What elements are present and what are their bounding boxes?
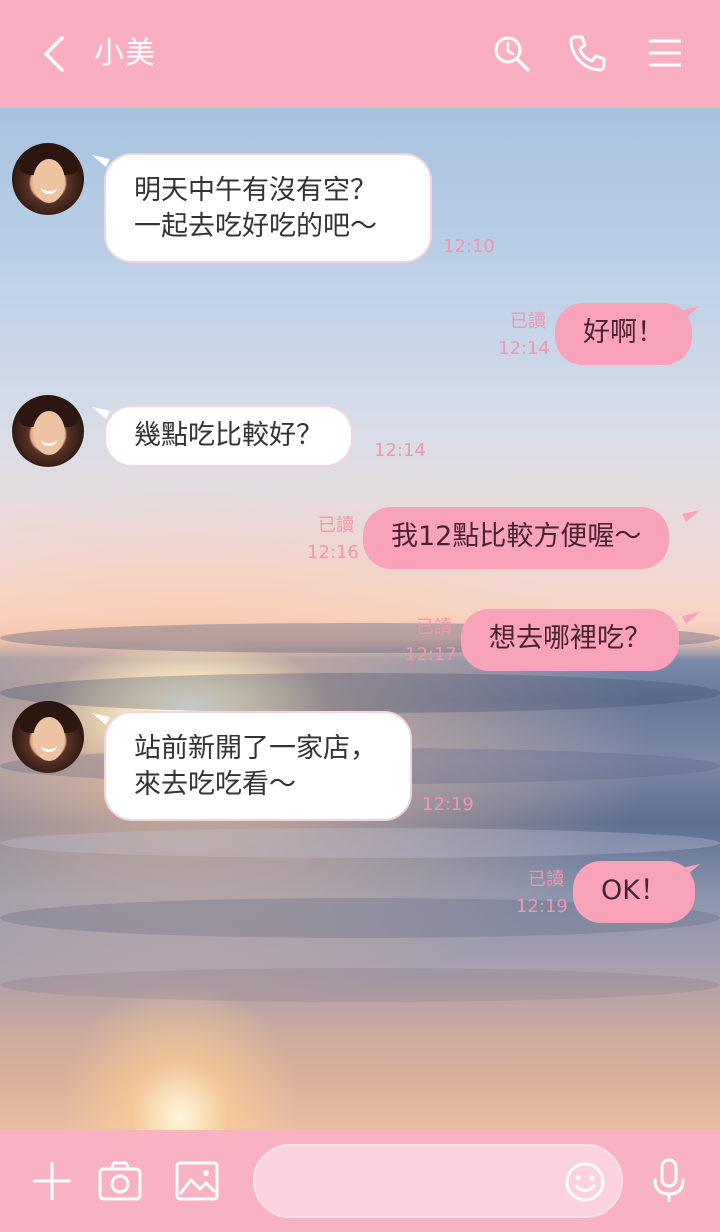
read-receipt: 已讀 <box>318 515 354 536</box>
message-line: 明天中午有沒有空？ <box>134 175 377 206</box>
microphone-icon[interactable] <box>646 1158 692 1204</box>
message-line: 想去哪裡吃？ <box>489 623 651 654</box>
message-bubble[interactable]: OK！ <box>573 861 695 923</box>
message-bubble[interactable]: 想去哪裡吃？ <box>461 609 679 671</box>
read-receipt: 已讀 <box>528 869 564 890</box>
message-time: 12:16 <box>307 542 359 563</box>
message-time: 12:14 <box>374 440 426 461</box>
menu-icon[interactable] <box>645 33 685 73</box>
avatar[interactable] <box>12 395 84 467</box>
message-bubble[interactable]: 我12點比較方便喔～ <box>363 507 670 569</box>
message-time: 12:19 <box>516 896 568 917</box>
message-bubble[interactable]: 幾點吃比較好？ <box>104 405 353 467</box>
image-icon[interactable] <box>174 1158 220 1204</box>
message-time: 12:10 <box>443 236 495 257</box>
avatar[interactable] <box>12 143 84 215</box>
message-time: 12:19 <box>422 794 474 815</box>
message-line: 一起去吃好吃的吧～ <box>134 211 377 242</box>
message-line: OK！ <box>601 875 667 906</box>
message-bubble[interactable]: 站前新開了一家店， 來去吃吃看～ <box>104 711 412 821</box>
message-bubble[interactable]: 明天中午有沒有空？ 一起去吃好吃的吧～ <box>104 153 432 263</box>
message-line: 來去吃吃看～ <box>134 769 296 800</box>
message-time: 12:17 <box>405 644 457 665</box>
avatar[interactable] <box>12 701 84 773</box>
read-receipt: 已讀 <box>510 311 546 332</box>
smiley-icon[interactable] <box>563 1160 607 1204</box>
chat-header: 小美 <box>0 0 720 108</box>
plus-icon[interactable] <box>29 1158 75 1204</box>
message-input[interactable] <box>253 1144 623 1218</box>
chat-title: 小美 <box>94 36 156 71</box>
chevron-left-icon[interactable] <box>36 34 72 74</box>
message-line: 站前新開了一家店， <box>134 733 377 764</box>
phone-icon[interactable] <box>567 33 607 73</box>
message-line: 好啊！ <box>583 317 664 348</box>
message-time: 12:14 <box>498 338 550 359</box>
message-line: 幾點吃比較好？ <box>134 420 323 451</box>
read-receipt: 已讀 <box>416 617 452 638</box>
message-bubble[interactable]: 好啊！ <box>555 303 692 365</box>
search-icon[interactable] <box>491 33 531 73</box>
camera-icon[interactable] <box>97 1158 143 1204</box>
input-bar <box>0 1130 720 1232</box>
message-line: 我12點比較方便喔～ <box>391 521 642 552</box>
